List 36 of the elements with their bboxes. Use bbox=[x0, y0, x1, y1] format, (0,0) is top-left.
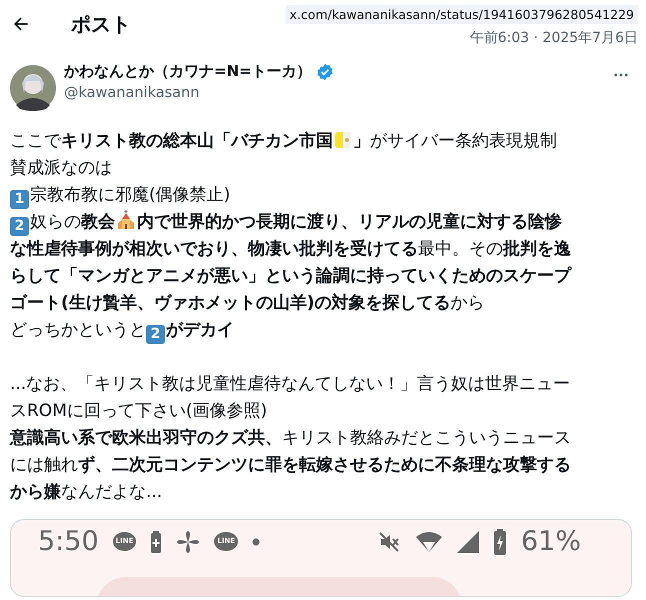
post-text: 意識高い系で欧米出羽守のクズ共、キリスト教絡みだとこういうニュース bbox=[10, 428, 571, 448]
wifi-icon bbox=[414, 530, 443, 554]
post-text: な性虐待事例が相次いでおり、物凄い批判を受けてる最中。その批判を逸 bbox=[10, 239, 571, 259]
number-badge: 1 bbox=[10, 190, 29, 209]
signal-icon bbox=[456, 530, 479, 552]
author-name: かわなんとか（カワナ=N=トーカ） bbox=[64, 62, 312, 81]
number-badge: 2 bbox=[10, 217, 29, 236]
post-text: がデカイ bbox=[166, 320, 234, 340]
timestamp: 午前6:03 · 2025年7月6日 bbox=[470, 29, 638, 47]
post-text: スROMに回って下さい(画像参照) bbox=[10, 401, 268, 421]
post-text: から嫌なんだよな... bbox=[10, 482, 162, 502]
pinwheel-icon bbox=[176, 530, 200, 554]
number-badge: 2 bbox=[146, 325, 165, 344]
mute-icon bbox=[376, 530, 401, 554]
dot-icon bbox=[252, 538, 260, 546]
post-text: 宗教布教に邪魔(偶像禁止) bbox=[30, 185, 230, 205]
avatar-icon bbox=[10, 65, 56, 111]
battery-icon bbox=[150, 530, 162, 552]
flag-icon bbox=[335, 131, 351, 149]
post-text: ...なお、「キリスト教は児童性虐待なんてしない！」言う奴は世界ニュー bbox=[10, 374, 570, 394]
battery-icon bbox=[492, 528, 507, 554]
post-text: ここでキリスト教の総本山「バチカン市国 bbox=[10, 131, 333, 151]
post-text: 賛成派なのは bbox=[10, 158, 112, 178]
author-handle: @kawananikasann bbox=[64, 85, 200, 101]
post-text: どっちかというと bbox=[10, 320, 146, 340]
church-icon bbox=[117, 210, 135, 230]
post-text: ゴート(生け贄羊、ヴァホメットの山羊)の対象を探してるから bbox=[10, 293, 485, 313]
post-text: らして「マンガとアニメが悪い」という論調に持っていくためのスケープ bbox=[10, 266, 571, 286]
post-text: 」がサイバー条約表現規制 bbox=[353, 131, 557, 151]
post-text: には触れず、二次元コンテンツに罪を転嫁させるために不条理な攻撃する bbox=[10, 455, 571, 475]
clock-time: 5:50 bbox=[38, 526, 99, 557]
post-text: 内で世界的かつ長期に渡り、リアルの児童に対する陰惨 bbox=[137, 212, 562, 232]
page-title: ポスト bbox=[71, 11, 131, 38]
url-text: x.com/kawananikasann/status/1941603796280541229 bbox=[286, 5, 638, 24]
post-text: 奴らの教会 bbox=[30, 212, 115, 232]
battery-percent: 61% bbox=[520, 526, 581, 557]
